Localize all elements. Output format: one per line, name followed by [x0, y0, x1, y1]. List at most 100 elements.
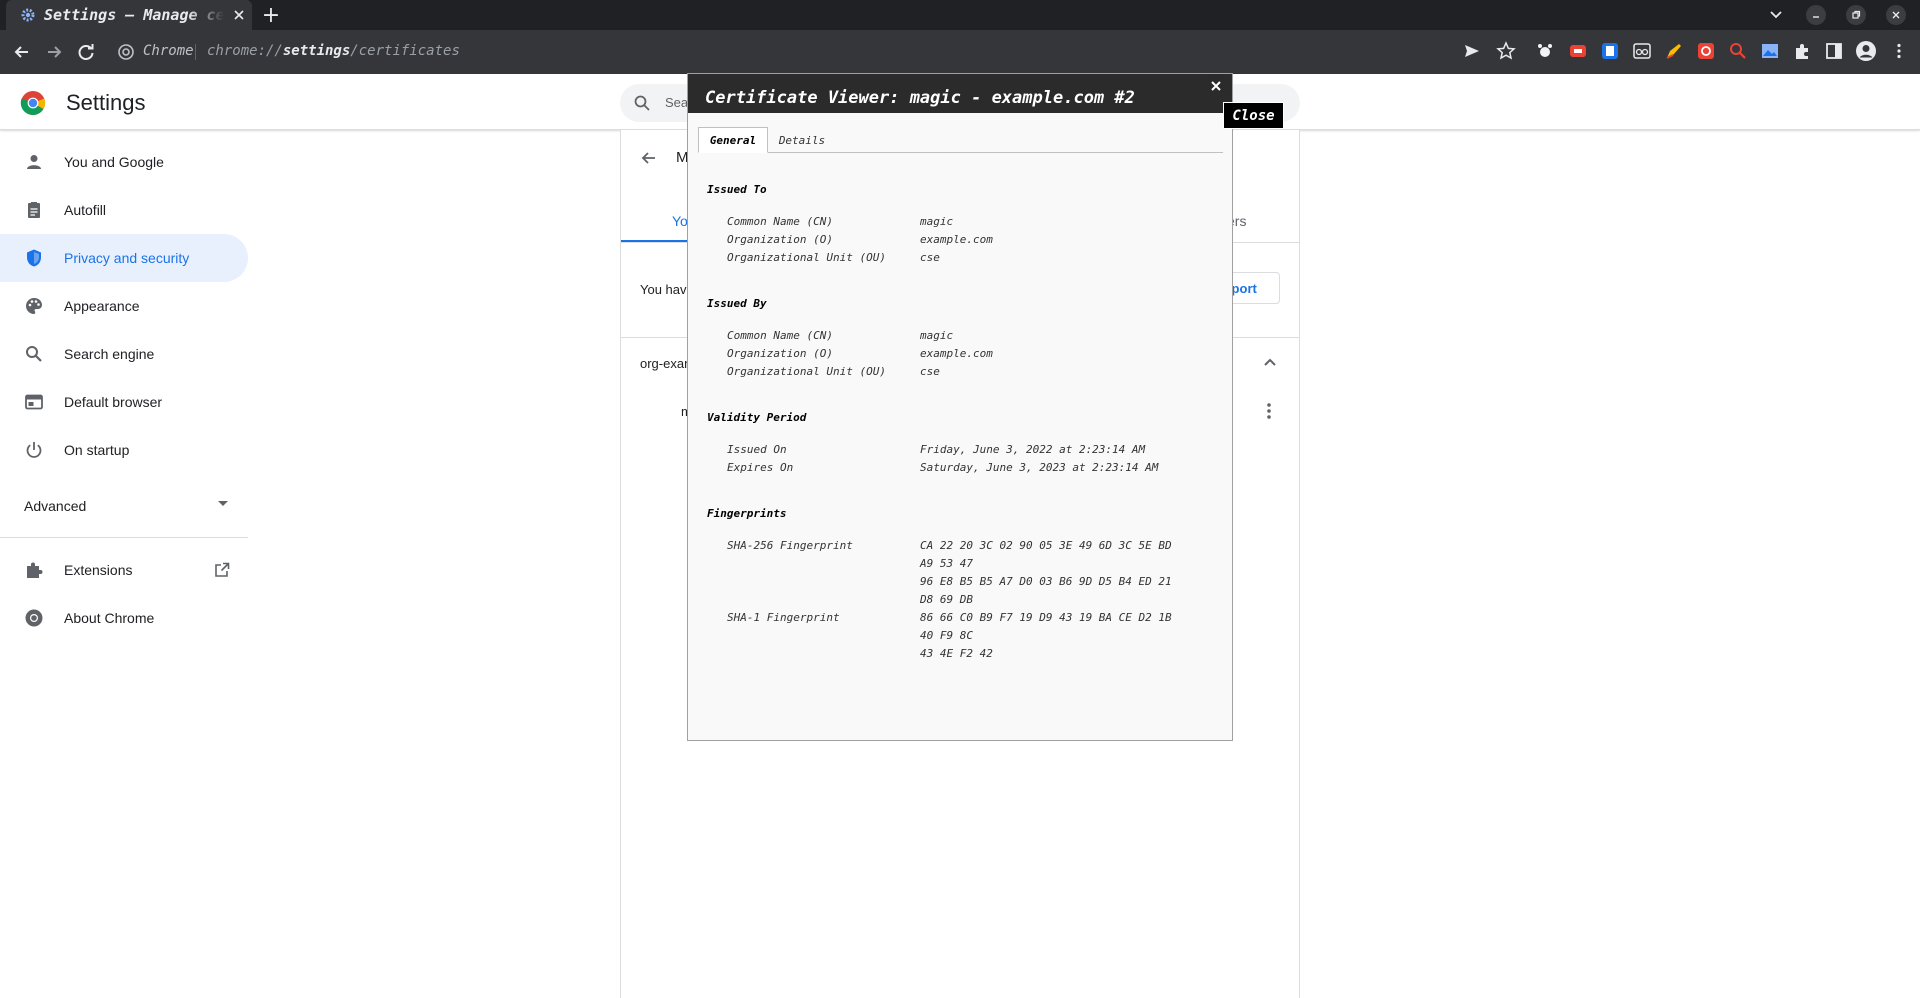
sha256-label: SHA-256 Fingerprint: [727, 539, 853, 552]
sidebar-item-appearance[interactable]: Appearance: [0, 282, 248, 330]
sidebar-item-about-chrome[interactable]: About Chrome: [0, 594, 248, 642]
sidebar-item-label: Search engine: [64, 346, 155, 362]
minimize-icon[interactable]: [1806, 5, 1826, 25]
sidebar-item-extensions[interactable]: Extensions: [0, 546, 248, 594]
tab-search-icon[interactable]: [1766, 6, 1786, 24]
site-chip-label[interactable]: Chrome: [143, 43, 194, 59]
back-icon[interactable]: [12, 42, 32, 62]
sidebar-item-label: On startup: [64, 442, 130, 458]
settings-title: Settings: [66, 90, 146, 115]
clipboard-icon: [24, 200, 44, 220]
issued-by-heading: Issued By: [707, 297, 767, 310]
browser-tab[interactable]: Settings – Manage certificates: [6, 0, 252, 30]
close-tab-icon[interactable]: [232, 8, 246, 22]
tab-your-certificates[interactable]: Yo: [672, 213, 688, 229]
palette-icon: [24, 296, 44, 316]
field-label: Organization (O): [727, 347, 833, 360]
send-icon[interactable]: [1463, 42, 1481, 60]
sidebar-item-label: Appearance: [64, 298, 140, 314]
advanced-label: Advanced: [24, 498, 87, 514]
chrome-logo-icon: [118, 44, 134, 60]
sidebar-item-default-browser[interactable]: Default browser: [0, 378, 248, 426]
extension-magnifier-icon[interactable]: [1729, 42, 1747, 60]
field-value: cse: [920, 251, 940, 264]
settings-gear-icon: [20, 7, 36, 23]
shield-icon: [24, 248, 44, 268]
certificates-info-text: You have: [640, 282, 694, 297]
field-value: cse: [920, 365, 940, 378]
sha1-line: 86 66 C0 B9 F7 19 D9 43 19 BA CE D2 1B: [920, 611, 1172, 624]
open-in-new-icon: [213, 561, 231, 579]
address-bar[interactable]: Chrome chrome://settings/certificates: [110, 36, 1450, 68]
certificate-viewer-dialog: Certificate Viewer: magic - example.com …: [687, 73, 1233, 741]
extension-red-icon[interactable]: [1569, 42, 1587, 60]
field-label: Organizational Unit (OU): [727, 365, 886, 378]
back-arrow-icon[interactable]: [640, 149, 658, 167]
side-panel-icon[interactable]: [1825, 42, 1843, 60]
sidebar-item-label: Extensions: [64, 562, 133, 578]
dialog-titlebar: Certificate Viewer: magic - example.com …: [688, 74, 1232, 113]
field-label: Organization (O): [727, 233, 833, 246]
sha256-line: A9 53 47: [920, 557, 973, 570]
sha1-label: SHA-1 Fingerprint: [727, 611, 840, 624]
forward-icon[interactable]: [44, 42, 64, 62]
sha256-line: 96 E8 B5 B5 A7 D0 03 B6 9D D5 B4 ED 21: [920, 575, 1172, 588]
tab-general[interactable]: General: [698, 127, 768, 153]
tab-details[interactable]: Details: [770, 127, 834, 153]
field-value: Saturday, June 3, 2023 at 2:23:14 AM: [920, 461, 1159, 474]
window-close-icon[interactable]: [1886, 5, 1906, 25]
field-label: Expires On: [727, 461, 794, 474]
browser-icon: [24, 392, 44, 412]
extension-paw-icon[interactable]: [1536, 42, 1554, 60]
sidebar-advanced-toggle[interactable]: Advanced: [0, 481, 248, 529]
close-icon: [1211, 81, 1221, 91]
bookmark-star-icon[interactable]: [1496, 41, 1516, 61]
field-value: magic: [920, 329, 954, 342]
field-label: Organizational Unit (OU): [727, 251, 886, 264]
power-icon: [24, 440, 44, 460]
sidebar-item-label: Default browser: [64, 394, 163, 410]
extension-pencil-icon[interactable]: [1665, 42, 1683, 60]
extension-image-icon[interactable]: [1761, 42, 1779, 60]
sidebar-item-autofill[interactable]: Autofill: [0, 186, 248, 234]
profile-avatar-icon[interactable]: [1855, 40, 1877, 62]
sidebar-item-label: About Chrome: [64, 610, 155, 626]
field-value: example.com: [920, 233, 993, 246]
sha256-line: D8 69 DB: [920, 593, 973, 606]
person-icon: [24, 152, 44, 172]
sidebar-divider: [0, 537, 248, 538]
sha256-line: CA 22 20 3C 02 90 05 3E 49 6D 3C 5E BD: [920, 539, 1172, 552]
url-text[interactable]: chrome://settings/certificates: [207, 43, 460, 59]
extension-blue-icon[interactable]: [1601, 42, 1619, 60]
dialog-close-button[interactable]: [1205, 75, 1227, 97]
more-actions-icon[interactable]: [1266, 402, 1272, 420]
field-value: magic: [920, 215, 954, 228]
field-label: Common Name (CN): [727, 329, 833, 342]
close-tooltip: Close: [1223, 102, 1284, 129]
chevron-up-icon[interactable]: [1264, 358, 1276, 366]
extension-glasses-icon[interactable]: [1633, 42, 1651, 60]
reload-icon[interactable]: [76, 42, 96, 62]
sha1-line: 43 4E F2 42: [920, 647, 993, 660]
extensions-puzzle-icon[interactable]: [1793, 42, 1811, 60]
puzzle-icon: [24, 560, 44, 580]
sidebar-item-privacy-and-security[interactable]: Privacy and security: [0, 234, 248, 282]
sha1-line: 40 F9 8C: [920, 629, 973, 642]
fingerprints-heading: Fingerprints: [707, 507, 787, 520]
tab-title: Settings – Manage certificates: [44, 6, 224, 24]
sidebar-item-search-engine[interactable]: Search engine: [0, 330, 248, 378]
restore-icon[interactable]: [1846, 5, 1866, 25]
new-tab-button[interactable]: +: [258, 2, 284, 28]
sidebar-item-you-and-google[interactable]: You and Google: [0, 138, 248, 186]
field-value: example.com: [920, 347, 993, 360]
tab-strip: Settings – Manage certificates +: [0, 0, 1920, 30]
chrome-menu-icon[interactable]: [1890, 42, 1908, 60]
chevron-down-icon: [218, 501, 228, 507]
extension-record-icon[interactable]: [1697, 42, 1715, 60]
field-value: Friday, June 3, 2022 at 2:23:14 AM: [920, 443, 1146, 456]
sidebar-item-on-startup[interactable]: On startup: [0, 426, 248, 474]
browser-toolbar: Chrome chrome://settings/certificates: [0, 30, 1920, 74]
search-icon: [633, 94, 651, 112]
search-icon: [24, 344, 44, 364]
sidebar-item-label: Privacy and security: [64, 250, 190, 266]
